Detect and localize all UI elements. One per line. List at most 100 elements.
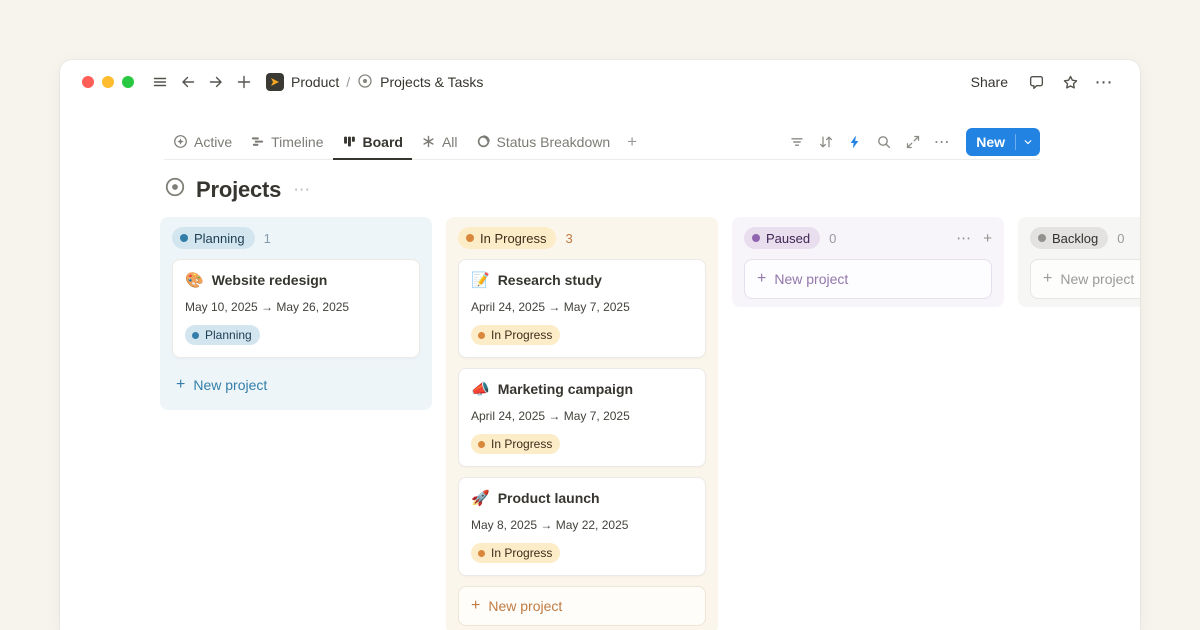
view-actions: ⋯ New [784,128,1040,156]
board-icon [342,134,357,149]
column-header: In Progress 3 [458,225,706,251]
ellipsis-icon: ⋯ [956,230,971,247]
status-dot-icon [752,234,760,242]
back-button[interactable] [174,68,202,96]
new-page-button[interactable] [230,68,258,96]
column-status-pill[interactable]: Paused [744,227,820,249]
sort-icon [818,134,834,150]
expand-diagonal-icon [905,134,921,150]
tab-board[interactable]: Board [333,124,412,160]
breadcrumb: Product / Projects & Tasks [266,73,483,92]
card-emoji-icon: 🚀 [471,491,490,506]
view-tabs: Active Timeline Board All Status Breakdo… [164,124,645,160]
timeline-icon [250,134,265,149]
breadcrumb-separator: / [346,74,350,90]
kanban-board: Planning 1 🎨 Website redesign May 10, 20… [60,217,1140,630]
add-view-button[interactable]: + [619,124,645,160]
card-title-row: 📣 Marketing campaign [471,381,693,397]
app-window: Product / Projects & Tasks Share ⋯ [60,60,1140,630]
favorite-button[interactable] [1056,68,1084,96]
breadcrumb-page[interactable]: Projects & Tasks [380,74,483,90]
starburst-circle-icon [173,134,188,149]
column-status-pill[interactable]: In Progress [458,227,556,249]
card-emoji-icon: 🎨 [185,273,204,288]
new-dropdown-button[interactable] [1016,137,1040,147]
tab-active[interactable]: Active [164,124,241,160]
status-dot-icon [466,234,474,242]
view-tabs-bar: Active Timeline Board All Status Breakdo… [164,124,1040,160]
star-icon [1062,74,1079,91]
new-button[interactable]: New [966,134,1015,150]
desktop-background: Product / Projects & Tasks Share ⋯ [0,0,1200,630]
breadcrumb-workspace[interactable]: Product [291,74,339,90]
arrow-right-icon [208,74,224,90]
tab-all[interactable]: All [412,124,467,160]
project-card[interactable]: 📝 Research study April 24, 2025 → May 7,… [458,259,706,358]
card-emoji-icon: 📝 [471,273,490,288]
filter-button[interactable] [784,129,810,155]
sort-button[interactable] [813,129,839,155]
add-project-button[interactable]: + New project [458,586,706,626]
page-title[interactable]: Projects [196,177,281,203]
add-project-button[interactable]: + New project [744,259,992,299]
card-title: Website redesign [212,272,328,288]
card-status: In Progress [471,543,693,563]
column-add-button[interactable]: + [983,231,992,246]
card-title: Marketing campaign [498,381,633,397]
page-title-row: Projects ⋯ [164,176,1040,203]
add-project-button[interactable]: + New project [1030,259,1140,299]
tab-label: All [442,134,458,150]
status-dot-icon [192,332,199,339]
search-button[interactable] [871,129,897,155]
plus-icon: + [471,598,480,614]
column-status-pill[interactable]: Backlog [1030,227,1108,249]
status-dot-icon [180,234,188,242]
new-button-group: New [966,128,1040,156]
tab-timeline[interactable]: Timeline [241,124,332,160]
close-window-button[interactable] [82,76,94,88]
status-badge: In Progress [471,325,560,345]
minimize-window-button[interactable] [102,76,114,88]
workspace-logo-icon[interactable] [266,73,284,91]
tab-label: Timeline [271,134,323,150]
board-column-in-progress: In Progress 3 📝 Research study April 24,… [446,217,718,630]
zoom-window-button[interactable] [122,76,134,88]
column-count: 3 [565,231,572,246]
column-name: In Progress [480,231,546,246]
project-card[interactable]: 🚀 Product launch May 8, 2025 → May 22, 2… [458,477,706,576]
forward-button[interactable] [202,68,230,96]
plus-icon: + [627,132,637,152]
card-title-row: 🚀 Product launch [471,490,693,506]
search-icon [876,134,892,150]
hamburger-icon [152,74,168,90]
column-menu-button[interactable]: ⋯ [956,231,971,246]
ellipsis-icon: ⋯ [934,132,951,152]
tab-status-breakdown[interactable]: Status Breakdown [467,124,620,160]
expand-button[interactable] [900,129,926,155]
window-topbar: Product / Projects & Tasks Share ⋯ [60,60,1140,104]
column-count: 0 [829,231,836,246]
comments-button[interactable] [1022,68,1050,96]
column-name: Backlog [1052,231,1098,246]
status-badge: In Progress [471,434,560,454]
automations-button[interactable] [842,129,868,155]
add-project-button[interactable]: + New project [172,368,420,402]
project-card[interactable]: 📣 Marketing campaign April 24, 2025 → Ma… [458,368,706,467]
board-column-backlog: Backlog 0 + New project [1018,217,1140,307]
card-date-range: April 24, 2025 → May 7, 2025 [471,300,693,314]
card-date-range: May 10, 2025 → May 26, 2025 [185,300,407,314]
view-options-button[interactable]: ⋯ [929,129,955,155]
topbar-actions: Share ⋯ [963,68,1118,96]
sidebar-toggle-button[interactable] [146,68,174,96]
plus-icon: + [983,230,992,247]
share-button[interactable]: Share [963,70,1016,94]
card-status: In Progress [471,434,693,454]
page-title-menu-button[interactable]: ⋯ [293,180,311,200]
column-status-pill[interactable]: Planning [172,227,255,249]
more-options-button[interactable]: ⋯ [1090,68,1118,96]
plus-icon: + [757,271,766,287]
card-status: Planning [185,325,407,345]
project-card[interactable]: 🎨 Website redesign May 10, 2025 → May 26… [172,259,420,358]
target-icon [357,73,373,92]
status-dot-icon [478,332,485,339]
